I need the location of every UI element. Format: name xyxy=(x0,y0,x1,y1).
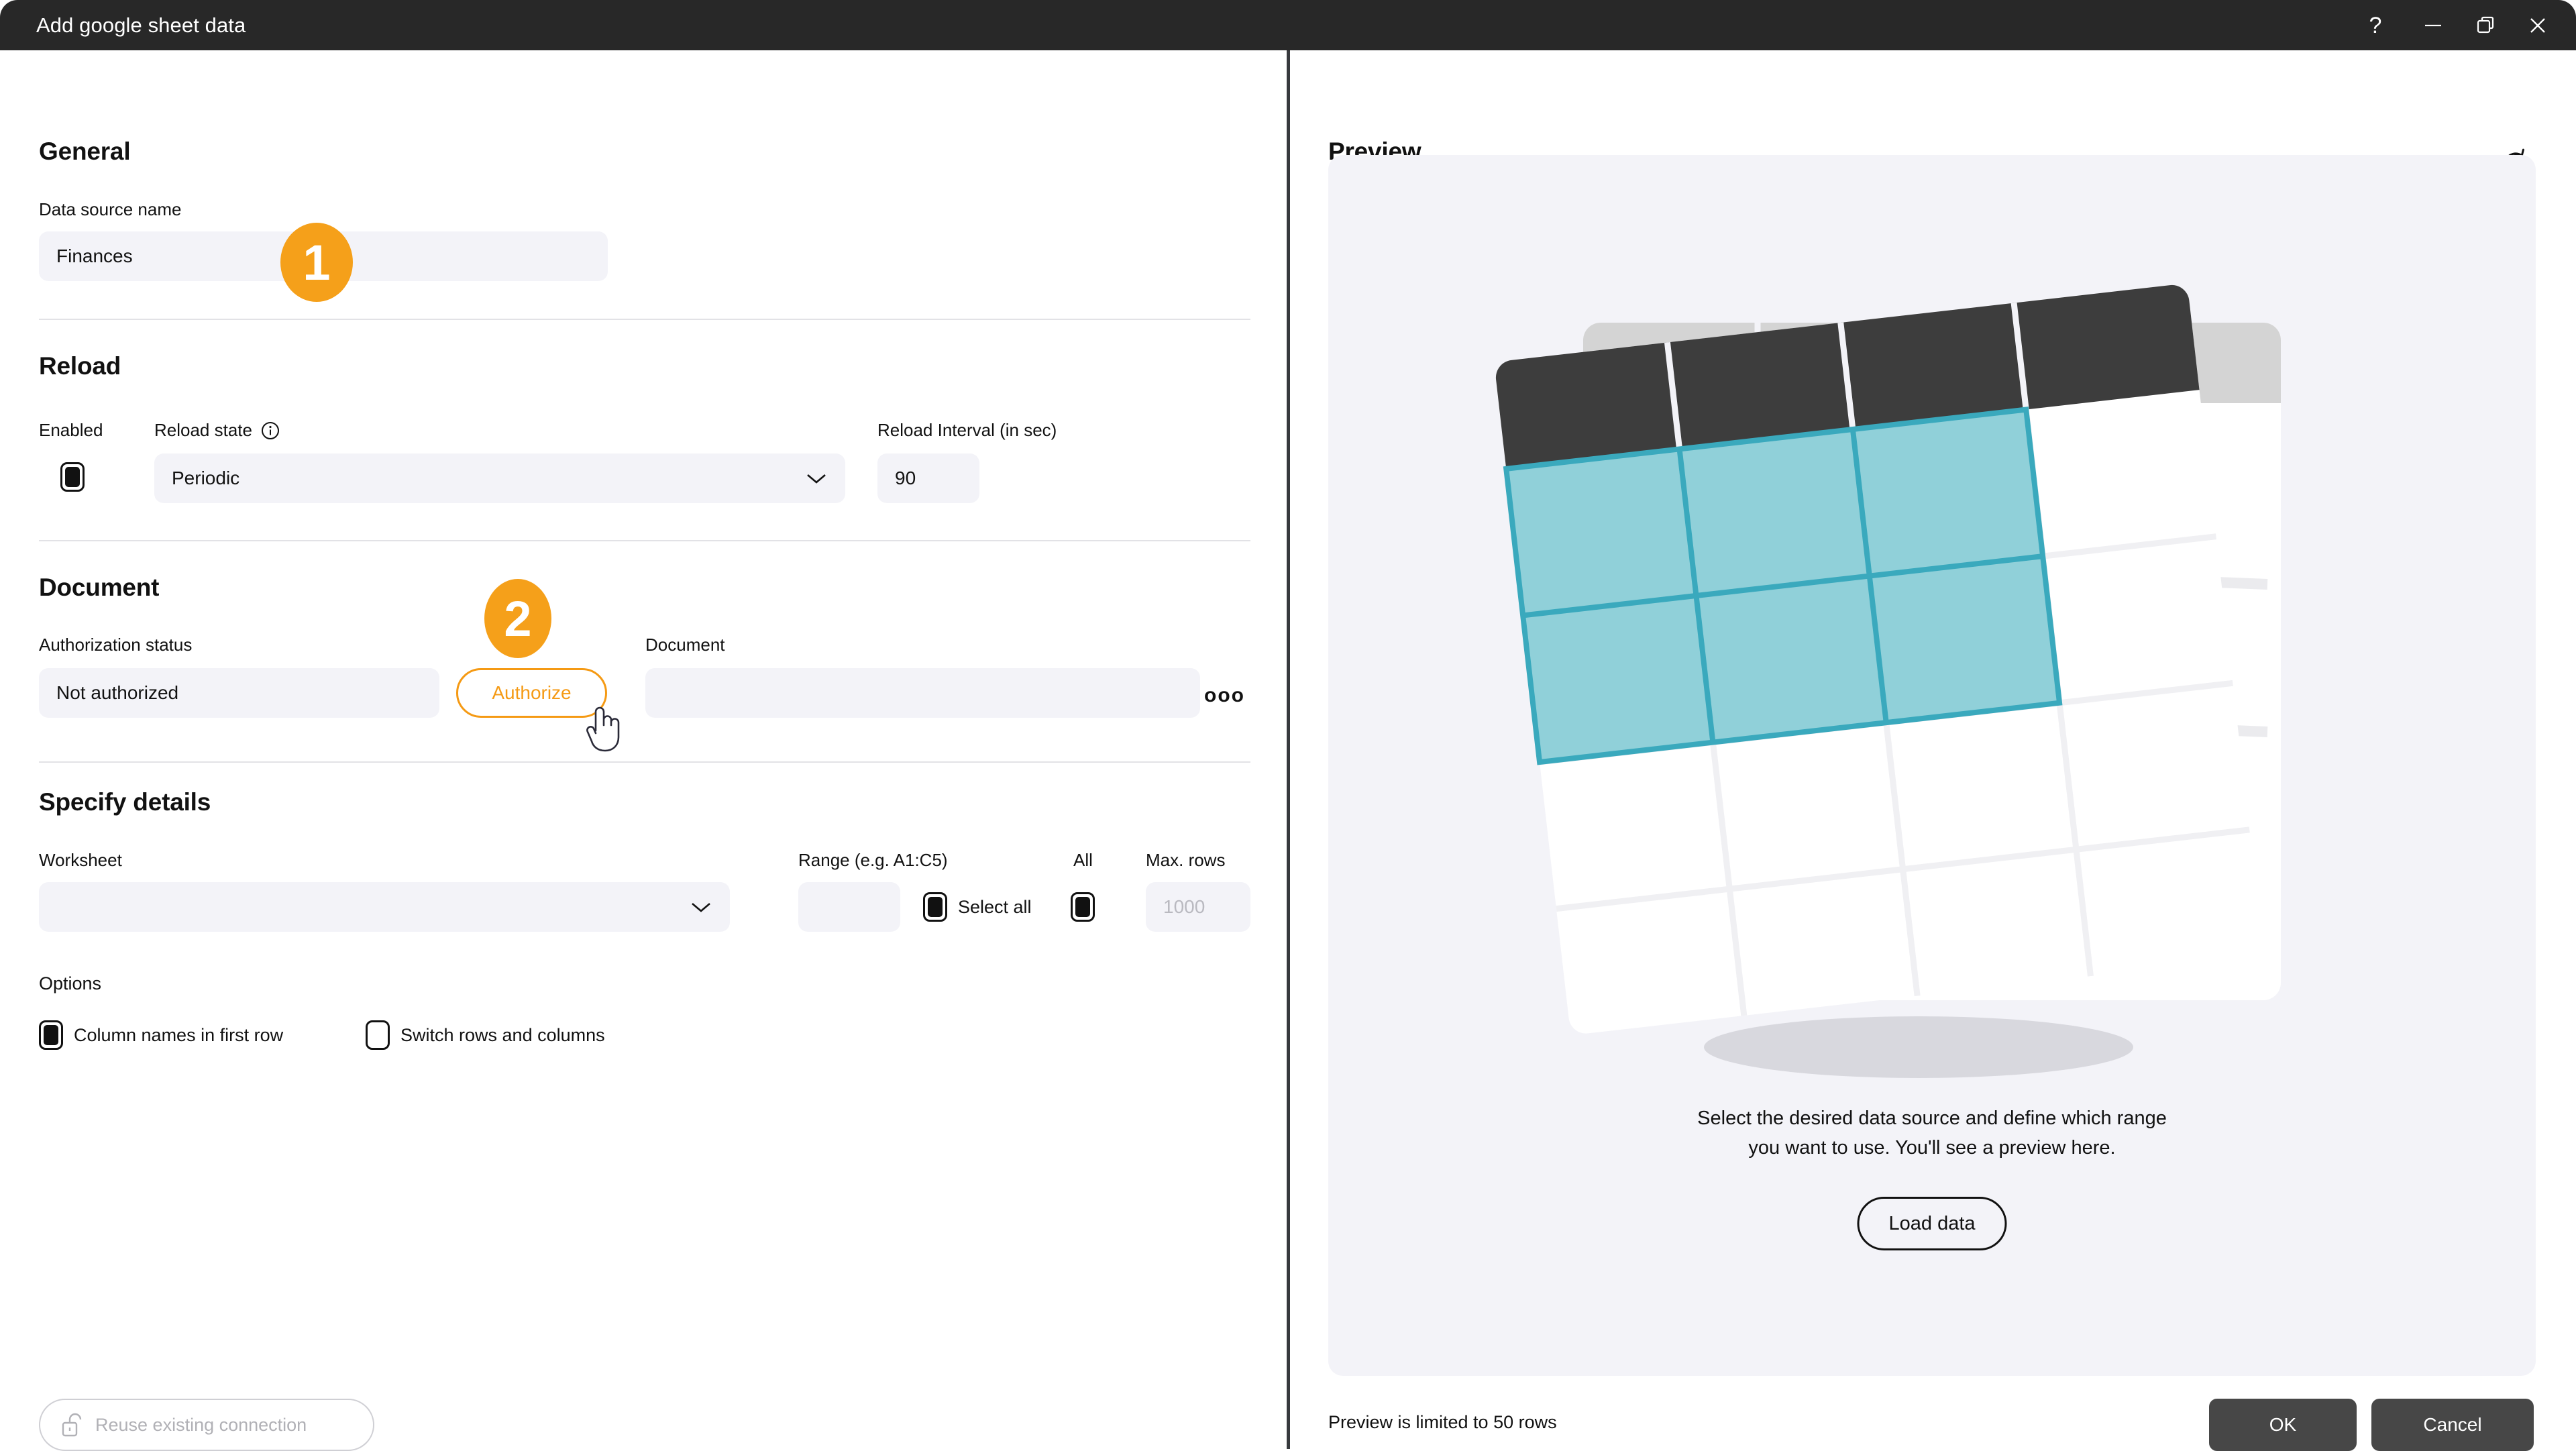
reuse-existing-connection-button[interactable]: Reuse existing connection xyxy=(39,1399,374,1451)
close-button[interactable] xyxy=(2512,0,2564,50)
divider-reload xyxy=(39,540,1250,541)
minimize-button[interactable] xyxy=(2407,0,2459,50)
annotation-badge-2: 2 xyxy=(484,579,551,658)
annotation-badge-1: 1 xyxy=(280,223,353,302)
column-names-checkbox[interactable] xyxy=(39,1020,63,1050)
minimize-icon xyxy=(2425,24,2441,26)
reload-interval-input[interactable]: 90 xyxy=(877,453,979,503)
cancel-button[interactable]: Cancel xyxy=(2371,1399,2534,1451)
restore-button[interactable] xyxy=(2459,0,2512,50)
enabled-label: Enabled xyxy=(39,420,103,440)
column-names-label: Column names in first row xyxy=(74,1024,284,1045)
cancel-button-label: Cancel xyxy=(2423,1414,2482,1435)
all-checkbox[interactable] xyxy=(1071,892,1095,922)
auth-status-value: Not authorized xyxy=(39,668,439,718)
switch-rows-checkbox[interactable] xyxy=(366,1020,390,1050)
switch-rows-label: Switch rows and columns xyxy=(400,1024,605,1045)
select-all-checkbox-row[interactable]: Select all xyxy=(923,892,1032,922)
document-section-title: Document xyxy=(39,574,160,601)
all-label: All xyxy=(1073,850,1093,870)
select-all-checkbox[interactable] xyxy=(923,892,947,922)
dialog-body: General Data source name Finances 1 Relo… xyxy=(0,50,2576,1451)
document-label: Document xyxy=(645,635,725,655)
document-more-options-button[interactable]: ooo xyxy=(1204,684,1245,707)
annotation-badge-2-number: 2 xyxy=(504,590,532,647)
worksheet-label: Worksheet xyxy=(39,850,122,870)
auth-status-label: Authorization status xyxy=(39,635,193,655)
range-input[interactable] xyxy=(798,882,900,932)
info-icon[interactable] xyxy=(260,421,280,441)
authorize-button-label: Authorize xyxy=(492,682,572,703)
option-switch-rows-row[interactable]: Switch rows and columns xyxy=(366,1020,605,1050)
chevron-down-icon xyxy=(692,903,710,912)
preview-pane: Preview Select the desired data source a… xyxy=(1290,50,2576,1451)
reload-state-value: Periodic xyxy=(172,468,240,488)
reload-state-dropdown[interactable]: Periodic xyxy=(154,453,845,503)
data-source-name-label: Data source name xyxy=(39,199,182,219)
help-icon: ? xyxy=(2369,12,2382,38)
chevron-down-icon xyxy=(807,474,826,484)
window-titlebar: Add google sheet data ? xyxy=(0,0,2576,50)
window-title: Add google sheet data xyxy=(36,13,246,37)
specify-details-section-title: Specify details xyxy=(39,788,211,816)
select-all-label: Select all xyxy=(958,896,1032,917)
option-column-names-row[interactable]: Column names in first row xyxy=(39,1020,283,1050)
divider-document xyxy=(39,761,1250,763)
max-rows-label: Max. rows xyxy=(1146,850,1226,870)
window-controls: ? xyxy=(2349,0,2576,50)
preview-empty-text-line1: Select the desired data source and defin… xyxy=(1697,1108,2167,1129)
reload-enabled-checkbox[interactable] xyxy=(60,462,85,492)
preview-empty-text-line2: you want to use. You'll see a preview he… xyxy=(1748,1136,2116,1159)
preview-limit-note: Preview is limited to 50 rows xyxy=(1328,1412,1557,1432)
worksheet-dropdown[interactable] xyxy=(39,882,730,932)
divider-general xyxy=(39,319,1250,320)
preview-empty-card: Select the desired data source and defin… xyxy=(1328,155,2536,1376)
help-button[interactable]: ? xyxy=(2349,0,2402,50)
close-icon xyxy=(2530,17,2545,33)
range-label: Range (e.g. A1:C5) xyxy=(798,850,948,870)
restore-icon xyxy=(2477,16,2494,33)
ok-button-label: OK xyxy=(2269,1414,2297,1435)
load-data-label: Load data xyxy=(1888,1212,1976,1234)
settings-pane: General Data source name Finances 1 Relo… xyxy=(0,50,1287,1451)
document-input[interactable] xyxy=(645,668,1200,718)
reload-section-title: Reload xyxy=(39,352,121,380)
general-section-title: General xyxy=(39,138,131,165)
options-label: Options xyxy=(39,973,102,993)
max-rows-input[interactable]: 1000 xyxy=(1146,882,1250,932)
reload-interval-label: Reload Interval (in sec) xyxy=(877,420,1057,440)
reload-state-label-group: Reload state xyxy=(154,420,280,441)
reload-state-label: Reload state xyxy=(154,420,252,440)
ok-button[interactable]: OK xyxy=(2209,1399,2357,1451)
hand-cursor-icon xyxy=(586,706,620,752)
load-data-button[interactable]: Load data xyxy=(1857,1197,2007,1250)
annotation-badge-1-number: 1 xyxy=(303,234,331,290)
illustration-shadow xyxy=(1704,1016,2133,1078)
illustration-front-sheet xyxy=(1495,284,2263,1034)
reuse-existing-connection-label: Reuse existing connection xyxy=(95,1414,307,1435)
spreadsheet-illustration xyxy=(1495,284,2281,1078)
preview-empty-text: Select the desired data source and defin… xyxy=(1328,1104,2536,1163)
open-padlock-icon xyxy=(62,1413,82,1437)
